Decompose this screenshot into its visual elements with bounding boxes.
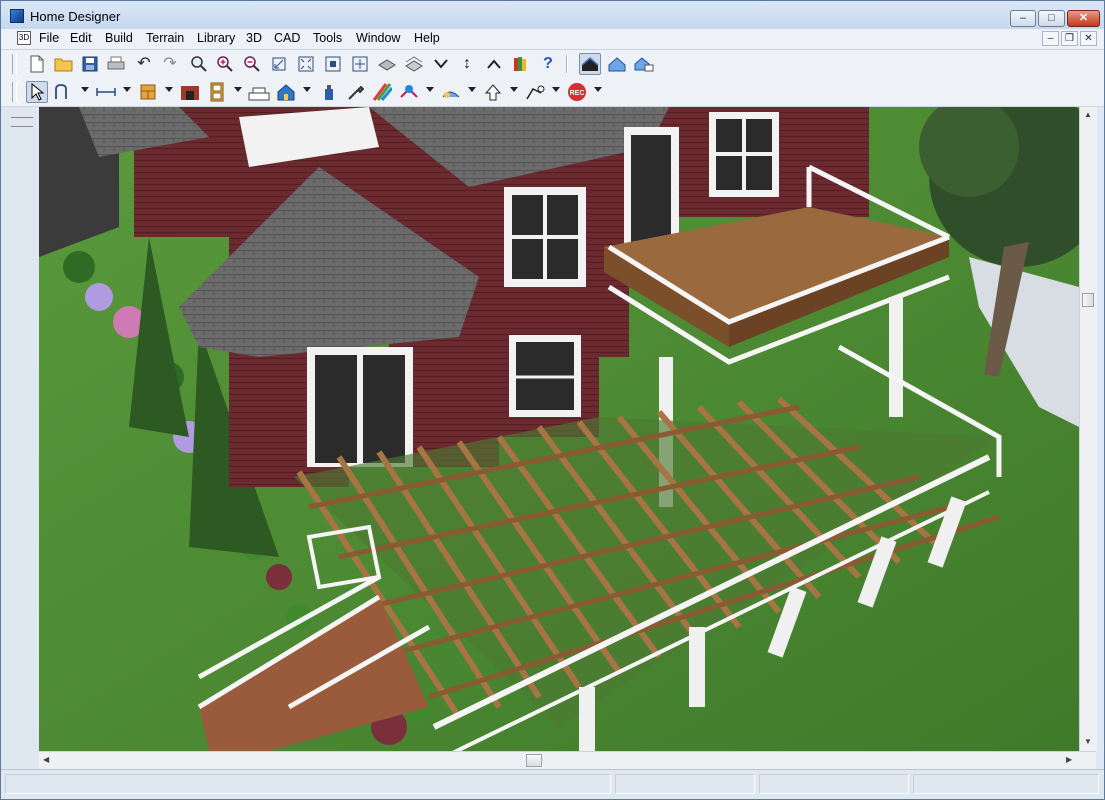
menu-cad[interactable]: CAD xyxy=(274,31,300,45)
books-icon[interactable] xyxy=(510,53,532,75)
select-objects-icon[interactable] xyxy=(26,81,48,103)
main-window: Home Designer – □ ✕ 3D File Edit Build T… xyxy=(0,0,1105,800)
build-toolbar: REC xyxy=(1,78,1104,107)
window-title: Home Designer xyxy=(30,9,121,24)
material-painter-icon[interactable] xyxy=(371,81,393,103)
menu-edit[interactable]: Edit xyxy=(70,31,92,45)
menu-window[interactable]: Window xyxy=(356,31,400,45)
pan-icon[interactable] xyxy=(349,53,371,75)
title-bar: Home Designer – □ ✕ xyxy=(1,1,1104,29)
zoom-icon[interactable] xyxy=(188,53,210,75)
horizontal-scrollbar[interactable]: ◀ ▶ xyxy=(39,751,1096,769)
zoom-in-icon[interactable] xyxy=(214,53,236,75)
record-icon[interactable]: REC xyxy=(566,81,588,103)
fill-window-icon[interactable] xyxy=(295,53,317,75)
scroll-left-icon[interactable]: ◀ xyxy=(43,755,49,764)
layer-icon[interactable] xyxy=(376,53,398,75)
status-message xyxy=(5,774,611,794)
doc-minimize-button[interactable]: – xyxy=(1042,31,1059,46)
print-icon[interactable] xyxy=(105,53,127,75)
save-icon[interactable] xyxy=(79,53,101,75)
record-label: REC xyxy=(570,90,585,97)
chevron-down-icon[interactable] xyxy=(165,87,173,92)
chevron-down-icon[interactable] xyxy=(123,87,131,92)
terrain-icon[interactable] xyxy=(440,81,462,103)
house-wizard-icon[interactable] xyxy=(275,81,297,103)
status-coordinates xyxy=(913,774,1099,794)
chevron-down-icon[interactable] xyxy=(510,87,518,92)
cabinet-icon[interactable] xyxy=(137,81,159,103)
plant-icon[interactable] xyxy=(398,81,420,103)
chevron-down-icon[interactable] xyxy=(234,87,242,92)
minimize-button[interactable]: – xyxy=(1010,10,1036,27)
toolbar-grip[interactable] xyxy=(12,82,17,102)
redo-icon[interactable]: ↷ xyxy=(159,53,181,75)
eyedropper-icon[interactable] xyxy=(344,81,366,103)
move-layers-icon[interactable] xyxy=(403,53,425,75)
door-window-icon[interactable] xyxy=(206,81,228,103)
draw-wall-icon[interactable] xyxy=(53,81,75,103)
new-file-icon[interactable] xyxy=(26,53,48,75)
menu-terrain[interactable]: Terrain xyxy=(146,31,184,45)
menu-tools[interactable]: Tools xyxy=(313,31,342,45)
3d-render-scene xyxy=(39,107,1079,751)
maximize-button[interactable]: □ xyxy=(1038,10,1065,27)
dimension-icon[interactable] xyxy=(95,81,117,103)
scroll-down-icon[interactable]: ▼ xyxy=(1084,737,1092,746)
app-logo-icon xyxy=(10,9,24,23)
status-floor xyxy=(759,774,909,794)
scroll-right-icon[interactable]: ▶ xyxy=(1066,755,1072,764)
main-toolbar: ↶ ↷ ↕ ? xyxy=(1,50,1104,79)
undo-icon[interactable]: ↶ xyxy=(133,53,155,75)
document-icon[interactable]: 3D xyxy=(17,31,31,45)
chevron-down-icon[interactable] xyxy=(468,87,476,92)
chevron-up-icon[interactable] xyxy=(483,53,505,75)
vertical-scrollbar[interactable]: ▲ ▼ xyxy=(1079,107,1097,751)
menu-library[interactable]: Library xyxy=(197,31,235,45)
open-folder-icon[interactable] xyxy=(53,53,75,75)
status-bar xyxy=(1,769,1104,799)
scroll-up-icon[interactable]: ▲ xyxy=(1084,110,1092,119)
toolbar-separator xyxy=(566,55,568,73)
chevron-down-icon[interactable] xyxy=(303,87,311,92)
toolbar-grip[interactable] xyxy=(12,54,17,74)
ruler-mark xyxy=(11,117,33,127)
menu-build[interactable]: Build xyxy=(105,31,133,45)
status-layer xyxy=(615,774,755,794)
menu-bar: 3D File Edit Build Terrain Library 3D CA… xyxy=(1,29,1104,50)
camera-path-icon[interactable] xyxy=(524,81,546,103)
3d-view[interactable] xyxy=(39,107,1079,751)
fireplace-icon[interactable] xyxy=(179,81,201,103)
help-icon[interactable]: ? xyxy=(537,53,559,75)
chevron-down-icon[interactable] xyxy=(81,87,89,92)
full-overview-icon[interactable] xyxy=(579,53,601,75)
menu-3d[interactable]: 3D xyxy=(246,31,262,45)
close-button[interactable]: ✕ xyxy=(1067,10,1100,27)
stairs-icon[interactable] xyxy=(248,81,270,103)
doc-close-button[interactable]: ✕ xyxy=(1080,31,1097,46)
chevron-down-icon[interactable] xyxy=(552,87,560,92)
dollhouse-view-icon[interactable] xyxy=(606,53,628,75)
vertical-scroll-thumb[interactable] xyxy=(1082,293,1094,307)
chevron-down-icon[interactable] xyxy=(426,87,434,92)
zoom-out-icon[interactable] xyxy=(241,53,263,75)
menu-file[interactable]: File xyxy=(39,31,59,45)
chevron-down-icon[interactable] xyxy=(430,53,452,75)
left-ruler xyxy=(1,107,40,767)
doc-restore-button[interactable]: ❐ xyxy=(1061,31,1078,46)
undo-zoom-icon[interactable] xyxy=(268,53,290,75)
up-down-arrow-icon[interactable]: ↕ xyxy=(456,53,478,75)
chevron-down-icon[interactable] xyxy=(594,87,602,92)
arrow-up-icon[interactable] xyxy=(482,81,504,103)
fill-window-building-icon[interactable] xyxy=(322,53,344,75)
horizontal-scroll-thumb[interactable] xyxy=(526,754,542,767)
elevation-view-icon[interactable] xyxy=(633,53,655,75)
paint-spray-icon[interactable] xyxy=(317,81,339,103)
menu-help[interactable]: Help xyxy=(414,31,440,45)
